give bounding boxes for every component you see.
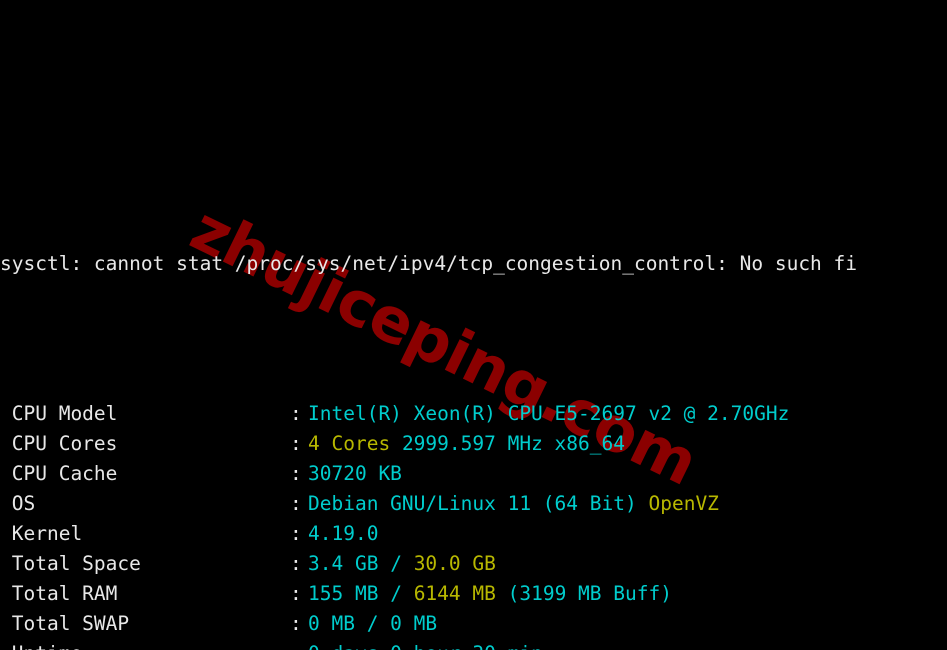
sysinfo-label: Kernel xyxy=(0,522,83,545)
sysinfo-value: 4 Cores 2999.597 MHz x86_64 xyxy=(308,429,625,459)
terminal-content: ----------------------------------------… xyxy=(0,0,947,650)
sysinfo-value-segment: 6144 MB xyxy=(413,582,496,605)
sysinfo-label: Total SWAP xyxy=(0,612,130,635)
sysinfo-row: Total Space:3.4 GB / 30.0 GB xyxy=(0,549,947,579)
sysinfo-value: Debian GNU/Linux 11 (64 Bit) OpenVZ xyxy=(308,489,719,519)
sysinfo-value-segment: 30.0 GB xyxy=(413,552,496,575)
colon-separator: : xyxy=(290,402,302,425)
sysinfo-label: Total Space xyxy=(0,552,141,575)
sysinfo-value-segment: 155 MB xyxy=(308,582,379,605)
sysinfo-label: CPU Model xyxy=(0,402,118,425)
sysinfo-value-segment: 4.19.0 xyxy=(308,522,379,545)
sysinfo-value-segment xyxy=(390,432,402,455)
sysinfo-row: CPU Cores:4 Cores 2999.597 MHz x86_64 xyxy=(0,429,947,459)
sysinfo-value-segment: 30720 KB xyxy=(308,462,402,485)
sysinfo-value-segment: 2999.597 MHz x86_64 xyxy=(401,432,625,455)
sysinfo-value: 0 MB / 0 MB xyxy=(308,609,437,639)
sysinfo-label: Uptime xyxy=(0,639,290,650)
sysinfo-row: OS: Debian GNU/Linux 11 (64 Bit) OpenVZ xyxy=(0,489,947,519)
colon-separator: : xyxy=(290,639,308,650)
sysinfo-value-segment: 0 MB / 0 MB xyxy=(308,612,438,635)
sysinfo-label: CPU Cores xyxy=(0,432,118,455)
sysinfo-value: 30720 KB xyxy=(308,459,402,489)
colon-separator: : xyxy=(290,582,302,605)
sysinfo-value-segment: / xyxy=(378,582,414,605)
sysctl-error-line: sysctl: cannot stat /proc/sys/net/ipv4/t… xyxy=(0,252,858,275)
sysinfo-row: Total RAM:155 MB / 6144 MB (3199 MB Buff… xyxy=(0,579,947,609)
sysinfo-value: Intel(R) Xeon(R) CPU E5-2697 v2 @ 2.70GH… xyxy=(308,399,789,429)
sysinfo-row: CPU Model: Intel(R) Xeon(R) CPU E5-2697 v… xyxy=(0,399,947,429)
sysinfo-value-segment: (3199 MB Buff) xyxy=(495,582,672,605)
sysinfo-value-segment: 4 Cores xyxy=(308,432,391,455)
system-info-list: CPU Model: Intel(R) Xeon(R) CPU E5-2697 v… xyxy=(0,399,947,650)
sysinfo-row: Uptime:0 days 0 hour 30 min xyxy=(0,639,947,650)
colon-separator: : xyxy=(290,432,302,455)
colon-separator: : xyxy=(290,462,302,485)
sysinfo-value-segment: Debian GNU/Linux 11 (64 Bit) xyxy=(308,492,637,515)
colon-separator: : xyxy=(290,552,302,575)
sysinfo-value-segment: 3.4 GB xyxy=(308,552,379,575)
sysinfo-row: CPU Cache:30720 KB xyxy=(0,459,947,489)
sysinfo-value: 4.19.0 xyxy=(308,519,378,549)
sysinfo-label: Total RAM xyxy=(0,582,118,605)
colon-separator: : xyxy=(290,522,302,545)
sysinfo-row: Kernel:4.19.0 xyxy=(0,519,947,549)
separator-top: ----------------------------------------… xyxy=(0,120,947,129)
sysinfo-value-segment: / xyxy=(378,552,414,575)
sysinfo-value-segment: 0 days 0 hour 30 min xyxy=(308,642,543,650)
sysinfo-value: 3.4 GB / 30.0 GB xyxy=(308,549,496,579)
sysinfo-row: Total SWAP:0 MB / 0 MB xyxy=(0,609,947,639)
sysinfo-value-segment xyxy=(637,492,649,515)
colon-separator: : xyxy=(290,492,302,515)
sysinfo-value-segment: Intel(R) Xeon(R) CPU E5-2697 v2 @ 2.70GH… xyxy=(308,402,790,425)
sysinfo-value-segment: OpenVZ xyxy=(648,492,719,515)
colon-separator: : xyxy=(290,612,302,635)
sysinfo-label: CPU Cache xyxy=(0,462,118,485)
sysinfo-value: 0 days 0 hour 30 min xyxy=(308,639,543,650)
terminal-window: zhujiceping.com ------------------------… xyxy=(0,0,947,650)
sysinfo-label: OS xyxy=(0,492,36,515)
sysinfo-value: 155 MB / 6144 MB (3199 MB Buff) xyxy=(308,579,672,609)
